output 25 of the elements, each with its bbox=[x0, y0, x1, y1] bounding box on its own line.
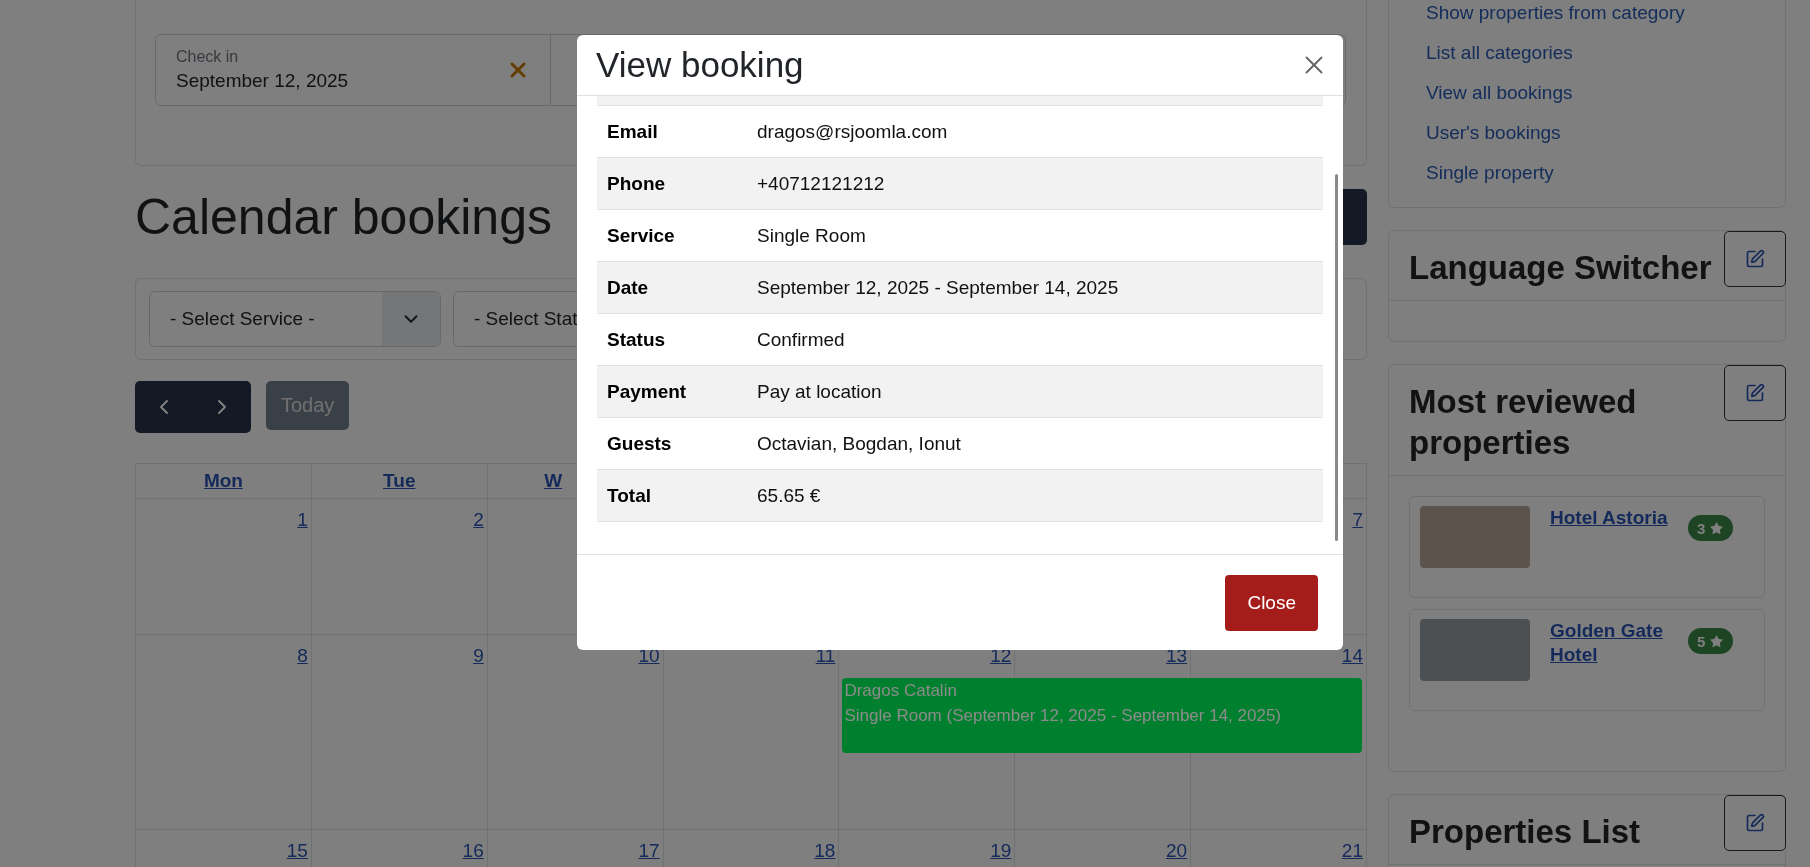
field-value: Single Room bbox=[757, 224, 866, 247]
field-label: Service bbox=[607, 224, 676, 247]
field-value: September 12, 2025 - September 14, 2025 bbox=[757, 276, 1119, 299]
module-title: Most reviewed properties bbox=[1409, 382, 1638, 463]
module-title: Properties List bbox=[1409, 812, 1641, 852]
page-title: Calendar bookings bbox=[135, 188, 552, 246]
field-label: Email bbox=[607, 120, 659, 143]
module-title: Language Switcher bbox=[1409, 248, 1712, 288]
field-label: Guests bbox=[607, 432, 673, 455]
field-value: Octavian, Bogdan, Ionut bbox=[757, 432, 961, 455]
field-value: dragos@rsjoomla.com bbox=[757, 120, 948, 143]
field-label: Phone bbox=[607, 172, 667, 195]
rating-badge: 3 bbox=[1688, 515, 1734, 541]
field-label: Payment bbox=[607, 380, 688, 403]
field-value: 65.65 € bbox=[757, 484, 821, 507]
dialog-title: View booking bbox=[596, 45, 804, 85]
field-value: +40712121212 bbox=[757, 172, 885, 195]
field-label: Status bbox=[607, 328, 667, 351]
field-value: September 12, 2025 bbox=[176, 70, 349, 92]
rating-badge: 5 bbox=[1688, 628, 1734, 654]
field-label: Total bbox=[607, 484, 652, 507]
field-value: Confirmed bbox=[757, 328, 845, 351]
field-label: Check in bbox=[176, 48, 240, 66]
field-label: Date bbox=[607, 276, 650, 299]
field-value: Pay at location bbox=[757, 380, 882, 403]
